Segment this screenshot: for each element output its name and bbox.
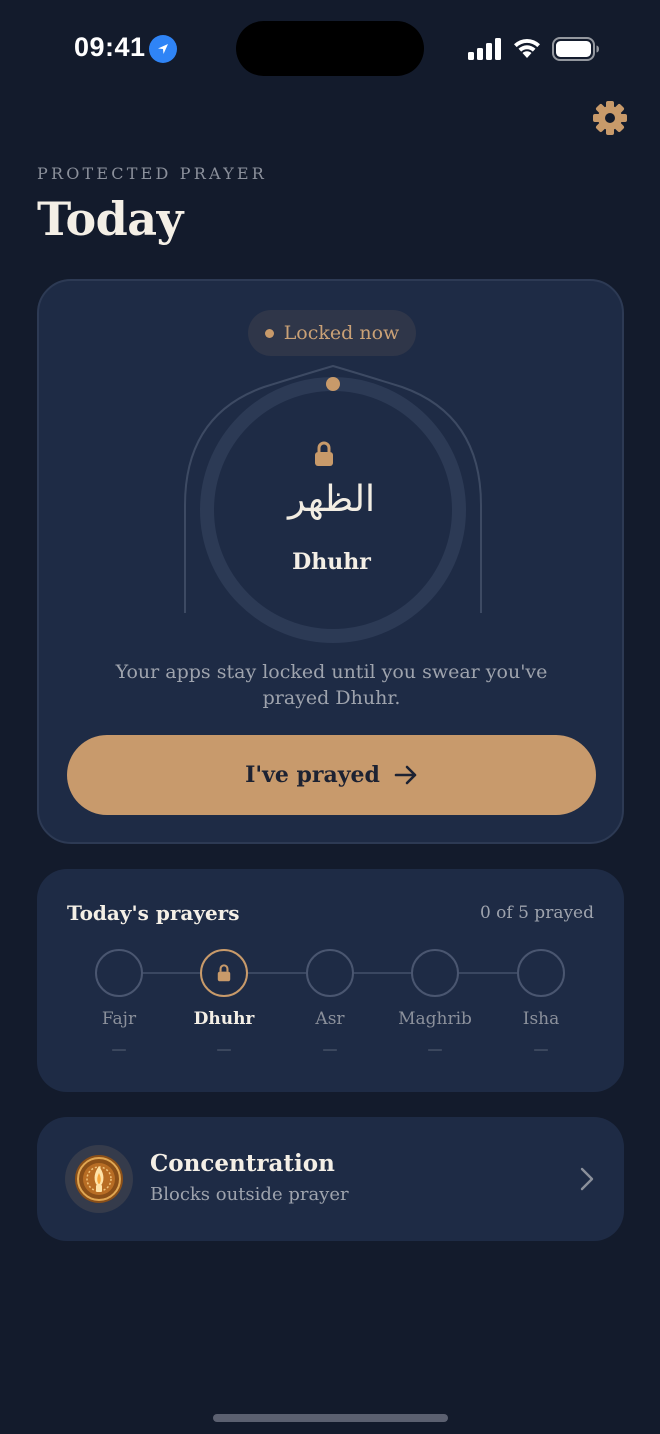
prayer-time-isha: — xyxy=(533,1040,549,1058)
home-indicator[interactable] xyxy=(213,1414,448,1422)
prayer-today-screen: 09:41 PROTECTED PRAYER Today Locked now … xyxy=(0,0,660,1434)
signal-icon xyxy=(468,38,501,60)
prayer-time-asr: — xyxy=(322,1040,338,1058)
locked-status-label: Locked now xyxy=(283,322,400,344)
concentration-subtitle: Blocks outside prayer xyxy=(150,1184,349,1205)
ive-prayed-button-label: I've prayed xyxy=(245,762,380,788)
page-eyebrow: PROTECTED PRAYER xyxy=(37,164,267,183)
prayer-label-maghrib: Maghrib xyxy=(398,1009,472,1029)
locked-status-badge: Locked now xyxy=(248,310,416,356)
current-prayer-lock-card: Locked now الظهر Dhuhr Your apps stay lo… xyxy=(37,279,624,844)
prayer-node-asr[interactable] xyxy=(306,949,354,997)
prayer-time-dhuhr: — xyxy=(216,1040,232,1058)
prayer-name: Dhuhr xyxy=(292,549,371,575)
location-icon xyxy=(149,35,177,63)
wifi-icon xyxy=(514,38,540,58)
prayer-node-isha[interactable] xyxy=(517,949,565,997)
prayer-label-fajr: Fajr xyxy=(101,1009,137,1029)
prayer-name-arabic: الظهر xyxy=(288,479,375,520)
concentration-avatar xyxy=(65,1145,133,1213)
lock-message: Your apps stay locked until you swear yo… xyxy=(115,661,548,709)
prayer-time-maghrib: — xyxy=(427,1040,443,1058)
prayer-node-dhuhr[interactable] xyxy=(200,949,248,997)
prayer-time-fajr: — xyxy=(111,1040,127,1058)
status-time: 09:41 xyxy=(74,32,146,62)
todays-prayers-card: Today's prayers 0 of 5 prayed Fajr — Dhu… xyxy=(37,869,624,1092)
prayers-card-title: Today's prayers xyxy=(67,901,240,925)
status-bar: 09:41 xyxy=(0,0,660,96)
settings-gear-icon[interactable] xyxy=(592,100,628,136)
prayer-node-maghrib[interactable] xyxy=(411,949,459,997)
chevron-right-icon xyxy=(580,1167,594,1191)
status-dot xyxy=(264,328,274,338)
prayer-node-fajr[interactable] xyxy=(95,949,143,997)
battery-icon xyxy=(552,37,599,61)
concentration-title: Concentration xyxy=(150,1150,335,1177)
lock-icon xyxy=(315,441,333,466)
prayers-count: 0 of 5 prayed xyxy=(479,903,594,923)
prayer-label-dhuhr: Dhuhr xyxy=(193,1009,255,1029)
arrow-right-icon xyxy=(394,765,417,785)
concentration-mode-row[interactable]: Concentration Blocks outside prayer xyxy=(37,1117,624,1241)
page-title: Today xyxy=(37,192,183,246)
ive-prayed-button[interactable]: I've prayed xyxy=(67,735,596,815)
prayer-label-asr: Asr xyxy=(315,1009,345,1029)
lock-icon xyxy=(217,964,231,982)
dynamic-island xyxy=(236,21,424,76)
prayer-label-isha: Isha xyxy=(522,1009,560,1029)
candle-icon xyxy=(75,1155,123,1203)
